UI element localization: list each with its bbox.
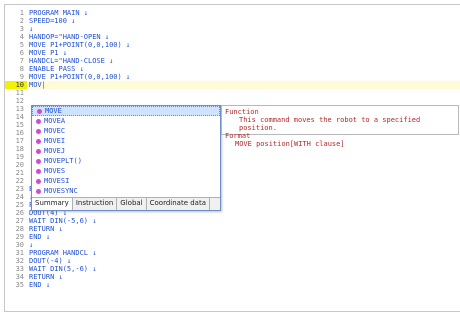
autocomplete-item-label: MOVEI <box>44 137 66 145</box>
autocomplete-item[interactable]: MOVES <box>32 166 220 176</box>
line-number: 22 <box>15 177 24 185</box>
tooltip-description: This command moves the robot to a specif… <box>239 116 421 132</box>
autocomplete-item[interactable]: MOVESYNC <box>32 186 220 196</box>
instruction-icon <box>36 178 41 184</box>
line-number: 26 <box>15 209 24 217</box>
line-number: 5 <box>19 41 24 49</box>
instruction-icon <box>36 138 41 144</box>
autocomplete-item-label: MOVEJ <box>44 147 66 155</box>
line-number: 12 <box>15 97 24 105</box>
code-line[interactable]: DOUT(-4) ↓ <box>29 257 460 265</box>
line-number: 1 <box>19 9 24 17</box>
autocomplete-item[interactable]: MOVEJ <box>32 146 220 156</box>
autocomplete-item-label: MOVESI <box>44 177 70 185</box>
autocomplete-item[interactable]: MOVEC <box>32 126 220 136</box>
code-line[interactable]: MOVE P1+POINT(0,0,100) ↓ <box>29 73 460 81</box>
line-number: 13 <box>15 105 24 113</box>
code-line[interactable]: END ↓ <box>29 281 460 289</box>
autocomplete-item[interactable]: MOVEPLT() <box>32 156 220 166</box>
code-line[interactable]: PROGRAM MAIN ↓ <box>29 9 460 17</box>
autocomplete-item-label: MOVEPLT() <box>44 157 82 165</box>
line-number: 8 <box>19 65 24 73</box>
code-line[interactable]: ↓ <box>29 25 460 33</box>
autocomplete-item[interactable]: MOVE <box>32 106 220 116</box>
instruction-icon <box>36 158 41 164</box>
autocomplete-item[interactable]: MOVEI <box>32 136 220 146</box>
code-line[interactable] <box>29 89 460 97</box>
autocomplete-tabs[interactable]: Summary Instruction Global Coordinate data <box>32 197 220 210</box>
autocomplete-item-label: MOVE <box>45 107 62 115</box>
line-number: 18 <box>15 145 24 153</box>
instruction-icon <box>36 148 41 154</box>
line-number: 3 <box>19 25 24 33</box>
line-number: 2 <box>19 17 24 25</box>
line-number: 27 <box>15 217 24 225</box>
line-number: 14 <box>15 113 24 121</box>
line-number-gutter: 1 2 3 4 5 6 7 8 9 10 11 12 13 14 15 16 17 18 19 20 21 22 23 24 2… <box>5 9 27 289</box>
code-line[interactable]: MOVE P1 ↓ <box>29 49 460 57</box>
code-line[interactable]: ENABLE PASS ↓ <box>29 65 460 73</box>
tab-instruction[interactable]: Instruction <box>73 198 118 210</box>
code-editor[interactable]: 1 2 3 4 5 6 7 8 9 10 11 12 13 14 15 16 17 18 19 20 21 22 23 24 2… <box>4 4 460 312</box>
autocomplete-popup[interactable]: MOVE MOVEA MOVEC MOVEI MOVEJ MOVEPLT() MOVES MO… <box>31 105 221 211</box>
code-line[interactable]: MOV| <box>29 81 460 89</box>
line-number: 28 <box>15 225 24 233</box>
autocomplete-item[interactable]: MOVESI <box>32 176 220 186</box>
code-line[interactable]: RETURN ↓ <box>29 273 460 281</box>
code-line[interactable]: SPEED=100 ↓ <box>29 17 460 25</box>
instruction-icon <box>37 108 42 114</box>
code-line[interactable]: HANDCL="HAND-CLOSE ↓ <box>29 57 460 65</box>
line-number: 23 <box>15 185 24 193</box>
line-number: 6 <box>19 49 24 57</box>
line-number: 30 <box>15 241 24 249</box>
instruction-icon <box>36 118 41 124</box>
tab-global[interactable]: Global <box>117 198 147 210</box>
autocomplete-item-label: MOVES <box>44 167 66 175</box>
code-line[interactable]: HANDOP="HAND-OPEN ↓ <box>29 33 460 41</box>
tab-summary[interactable]: Summary <box>32 198 73 210</box>
code-line[interactable]: MOVE P1+POINT(0,0,100) ↓ <box>29 41 460 49</box>
function-tooltip: Function This command moves the robot to… <box>221 105 459 148</box>
instruction-icon <box>36 188 41 194</box>
line-number: 20 <box>15 161 24 169</box>
line-number: 34 <box>15 273 24 281</box>
line-number: 7 <box>19 57 24 65</box>
tooltip-format: MOVE position[WITH clause] <box>235 140 345 148</box>
code-line[interactable]: END ↓ <box>29 233 460 241</box>
tab-coordinate-data[interactable]: Coordinate data <box>147 198 211 210</box>
line-number: 17 <box>15 137 24 145</box>
code-line[interactable]: ↓ <box>29 241 460 249</box>
line-number: 35 <box>15 281 24 289</box>
line-number: 31 <box>15 249 24 257</box>
code-line[interactable]: PROGRAM HANDCL ↓ <box>29 249 460 257</box>
line-number: 24 <box>15 193 24 201</box>
line-number: 29 <box>15 233 24 241</box>
line-number: 10 <box>5 81 27 89</box>
code-line[interactable]: WAIT DIN(5,-6) ↓ <box>29 265 460 273</box>
line-number: 33 <box>15 265 24 273</box>
code-line[interactable]: RETURN ↓ <box>29 225 460 233</box>
line-number: 9 <box>19 73 24 81</box>
line-number: 11 <box>15 89 24 97</box>
autocomplete-item[interactable]: MOVEA <box>32 116 220 126</box>
code-line[interactable] <box>29 97 460 105</box>
instruction-icon <box>36 128 41 134</box>
tooltip-heading: Function <box>225 108 259 116</box>
line-number: 4 <box>19 33 24 41</box>
autocomplete-item-label: MOVEC <box>44 127 66 135</box>
tooltip-format-label: Format <box>225 132 251 140</box>
line-number: 16 <box>15 129 24 137</box>
autocomplete-item-label: MOVEA <box>44 117 66 125</box>
line-number: 21 <box>15 169 24 177</box>
line-number: 25 <box>15 201 24 209</box>
line-number: 19 <box>15 153 24 161</box>
code-line[interactable]: WAIT DIN(-5,6) ↓ <box>29 217 460 225</box>
line-number: 15 <box>15 121 24 129</box>
autocomplete-item-label: MOVESYNC <box>44 187 78 195</box>
line-number: 32 <box>15 257 24 265</box>
autocomplete-list[interactable]: MOVE MOVEA MOVEC MOVEI MOVEJ MOVEPLT() MOVES MO… <box>32 106 220 196</box>
instruction-icon <box>36 168 41 174</box>
